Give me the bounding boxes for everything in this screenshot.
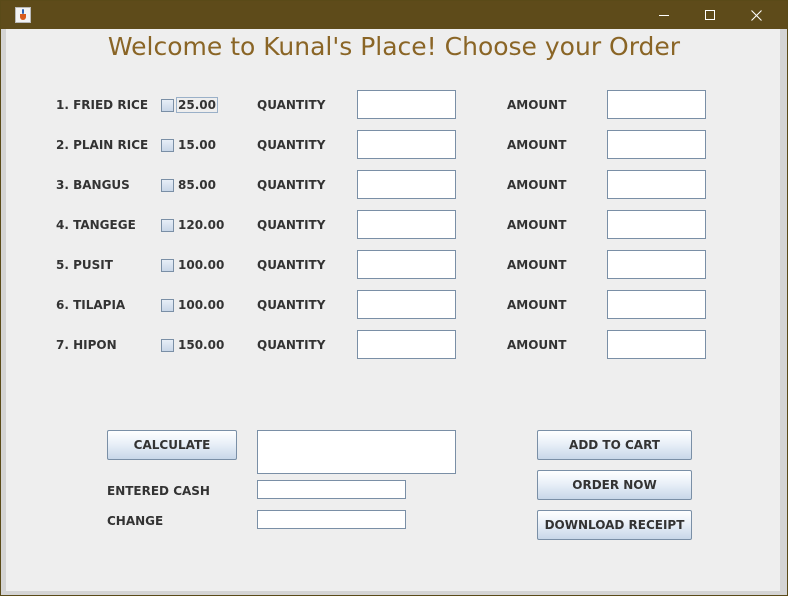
amount-label: AMOUNT [507, 338, 567, 352]
amount-label: AMOUNT [507, 138, 567, 152]
quantity-label: QUANTITY [257, 98, 326, 112]
title-bar[interactable] [1, 1, 787, 29]
item-checkbox[interactable] [161, 259, 174, 272]
item-checkbox[interactable] [161, 339, 174, 352]
entered-cash-input[interactable] [257, 480, 406, 499]
calculate-button[interactable]: CALCULATE [107, 430, 237, 460]
amount-field[interactable] [607, 130, 706, 159]
item-checkbox[interactable] [161, 299, 174, 312]
quantity-input[interactable] [357, 330, 456, 359]
item-price: 150.00 [178, 338, 225, 352]
minimize-icon [659, 15, 669, 16]
page-title: Welcome to Kunal's Place! Choose your Or… [107, 32, 681, 61]
quantity-label: QUANTITY [257, 138, 326, 152]
total-display[interactable] [257, 430, 456, 474]
add-to-cart-button[interactable]: ADD TO CART [537, 430, 692, 460]
amount-field[interactable] [607, 250, 706, 279]
quantity-input[interactable] [357, 210, 456, 239]
quantity-label: QUANTITY [257, 338, 326, 352]
item-checkbox[interactable] [161, 99, 174, 112]
item-price: 120.00 [178, 218, 225, 232]
amount-label: AMOUNT [507, 178, 567, 192]
item-price: 25.00 [176, 97, 218, 113]
amount-field[interactable] [607, 170, 706, 199]
item-name: 4. TANGEGE [56, 218, 136, 232]
entered-cash-label: ENTERED CASH [107, 484, 210, 498]
change-label: CHANGE [107, 514, 164, 528]
item-price: 85.00 [178, 178, 216, 192]
item-checkbox[interactable] [161, 179, 174, 192]
window-frame-right [780, 29, 787, 595]
close-icon [750, 9, 762, 21]
quantity-input[interactable] [357, 130, 456, 159]
quantity-input[interactable] [357, 90, 456, 119]
amount-label: AMOUNT [507, 98, 567, 112]
item-name: 2. PLAIN RICE [56, 138, 149, 152]
app-window: Welcome to Kunal's Place! Choose your Or… [0, 0, 788, 596]
order-now-button[interactable]: ORDER NOW [537, 470, 692, 500]
item-name: 6. TILAPIA [56, 298, 126, 312]
change-field[interactable] [257, 510, 406, 529]
amount-label: AMOUNT [507, 258, 567, 272]
item-name: 7. HIPON [56, 338, 117, 352]
quantity-label: QUANTITY [257, 178, 326, 192]
amount-field[interactable] [607, 330, 706, 359]
maximize-button[interactable] [687, 1, 733, 29]
item-checkbox[interactable] [161, 219, 174, 232]
quantity-label: QUANTITY [257, 258, 326, 272]
item-price: 100.00 [178, 258, 225, 272]
amount-field[interactable] [607, 210, 706, 239]
quantity-input[interactable] [357, 250, 456, 279]
item-name: 1. FRIED RICE [56, 98, 149, 112]
quantity-input[interactable] [357, 170, 456, 199]
item-price: 100.00 [178, 298, 225, 312]
item-name: 3. BANGUS [56, 178, 130, 192]
close-button[interactable] [733, 1, 779, 29]
quantity-input[interactable] [357, 290, 456, 319]
item-name: 5. PUSIT [56, 258, 113, 272]
download-receipt-button[interactable]: DOWNLOAD RECEIPT [537, 510, 692, 540]
amount-label: AMOUNT [507, 218, 567, 232]
amount-field[interactable] [607, 290, 706, 319]
quantity-label: QUANTITY [257, 298, 326, 312]
amount-label: AMOUNT [507, 298, 567, 312]
amount-field[interactable] [607, 90, 706, 119]
maximize-icon [705, 10, 715, 20]
item-price: 15.00 [178, 138, 216, 152]
quantity-label: QUANTITY [257, 218, 326, 232]
item-checkbox[interactable] [161, 139, 174, 152]
minimize-button[interactable] [641, 1, 687, 29]
java-cup-icon [15, 7, 31, 23]
